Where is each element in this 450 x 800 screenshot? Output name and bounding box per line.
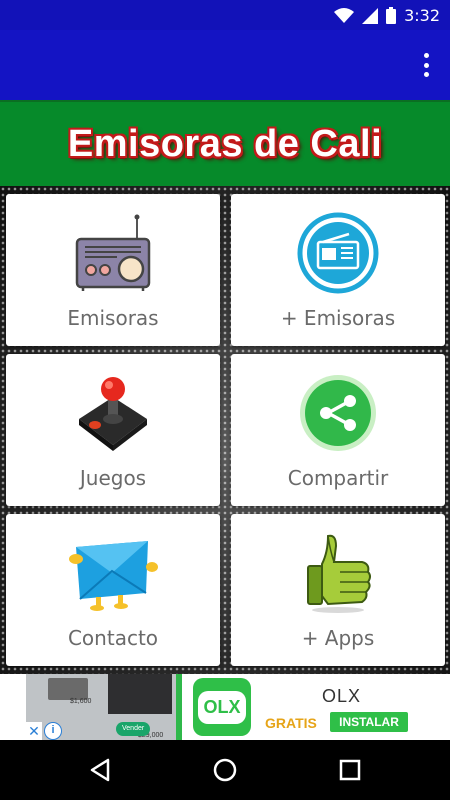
ad-install-button[interactable]: INSTALAR (330, 712, 408, 732)
ad-preview-sell-chip: Vender (116, 722, 151, 736)
joystick-icon (63, 368, 163, 458)
tile-compartir[interactable]: Compartir (231, 354, 445, 506)
signal-icon (362, 7, 379, 24)
radio-icon (63, 208, 163, 298)
tile-mas-emisoras[interactable]: + Emisoras (231, 194, 445, 346)
ad-preview-photo (108, 674, 172, 714)
tile-label: + Apps (301, 626, 375, 650)
ad-divider (176, 674, 182, 740)
olx-logo-text: OLX (198, 690, 246, 724)
overflow-menu-button[interactable] (414, 50, 438, 80)
status-bar: 3:32 (0, 0, 450, 30)
tile-emisoras[interactable]: Emisoras (6, 194, 220, 346)
tile-mas-apps[interactable]: + Apps (231, 514, 445, 666)
back-icon[interactable] (86, 756, 114, 784)
tile-juegos[interactable]: Juegos (6, 354, 220, 506)
radio-circle-icon (288, 208, 388, 298)
ad-preview-photo (48, 678, 88, 700)
title-banner: Emisoras de Cali (0, 100, 450, 186)
overflow-dot (423, 62, 429, 68)
navigation-bar (0, 740, 450, 800)
thumbs-up-icon (288, 528, 388, 618)
banner-title: Emisoras de Cali (67, 122, 383, 165)
tile-contacto[interactable]: Contacto (6, 514, 220, 666)
mail-icon (63, 528, 163, 618)
tile-label: Juegos (79, 466, 147, 490)
status-icons: 3:32 (334, 6, 440, 25)
status-time: 3:32 (404, 6, 440, 25)
ad-close-icon[interactable]: ✕ (26, 722, 42, 740)
tile-label: Contacto (67, 626, 159, 650)
wifi-icon (334, 7, 355, 23)
menu-grid: Emisoras + Emisoras Juegos Compartir Con… (0, 186, 450, 674)
overflow-dot (423, 72, 429, 77)
ad-title: OLX (322, 686, 362, 706)
recent-apps-icon[interactable] (336, 756, 364, 784)
olx-logo: OLX (193, 678, 251, 736)
ad-price-label: GRATIS (265, 715, 317, 731)
home-icon[interactable] (211, 756, 239, 784)
battery-icon (386, 7, 397, 24)
tile-label: Emisoras (67, 306, 159, 330)
share-icon (288, 368, 388, 458)
tile-label: + Emisoras (280, 306, 396, 330)
ad-preview-price: $1,600 (70, 698, 92, 705)
ad-info-icon[interactable]: i (44, 722, 62, 740)
overflow-dot (423, 53, 429, 58)
app-bar (0, 30, 450, 100)
ad-banner[interactable]: $1,600 $29,000 Vender ✕ i OLX OLX GRATIS… (0, 674, 450, 740)
tile-label: Compartir (287, 466, 389, 490)
